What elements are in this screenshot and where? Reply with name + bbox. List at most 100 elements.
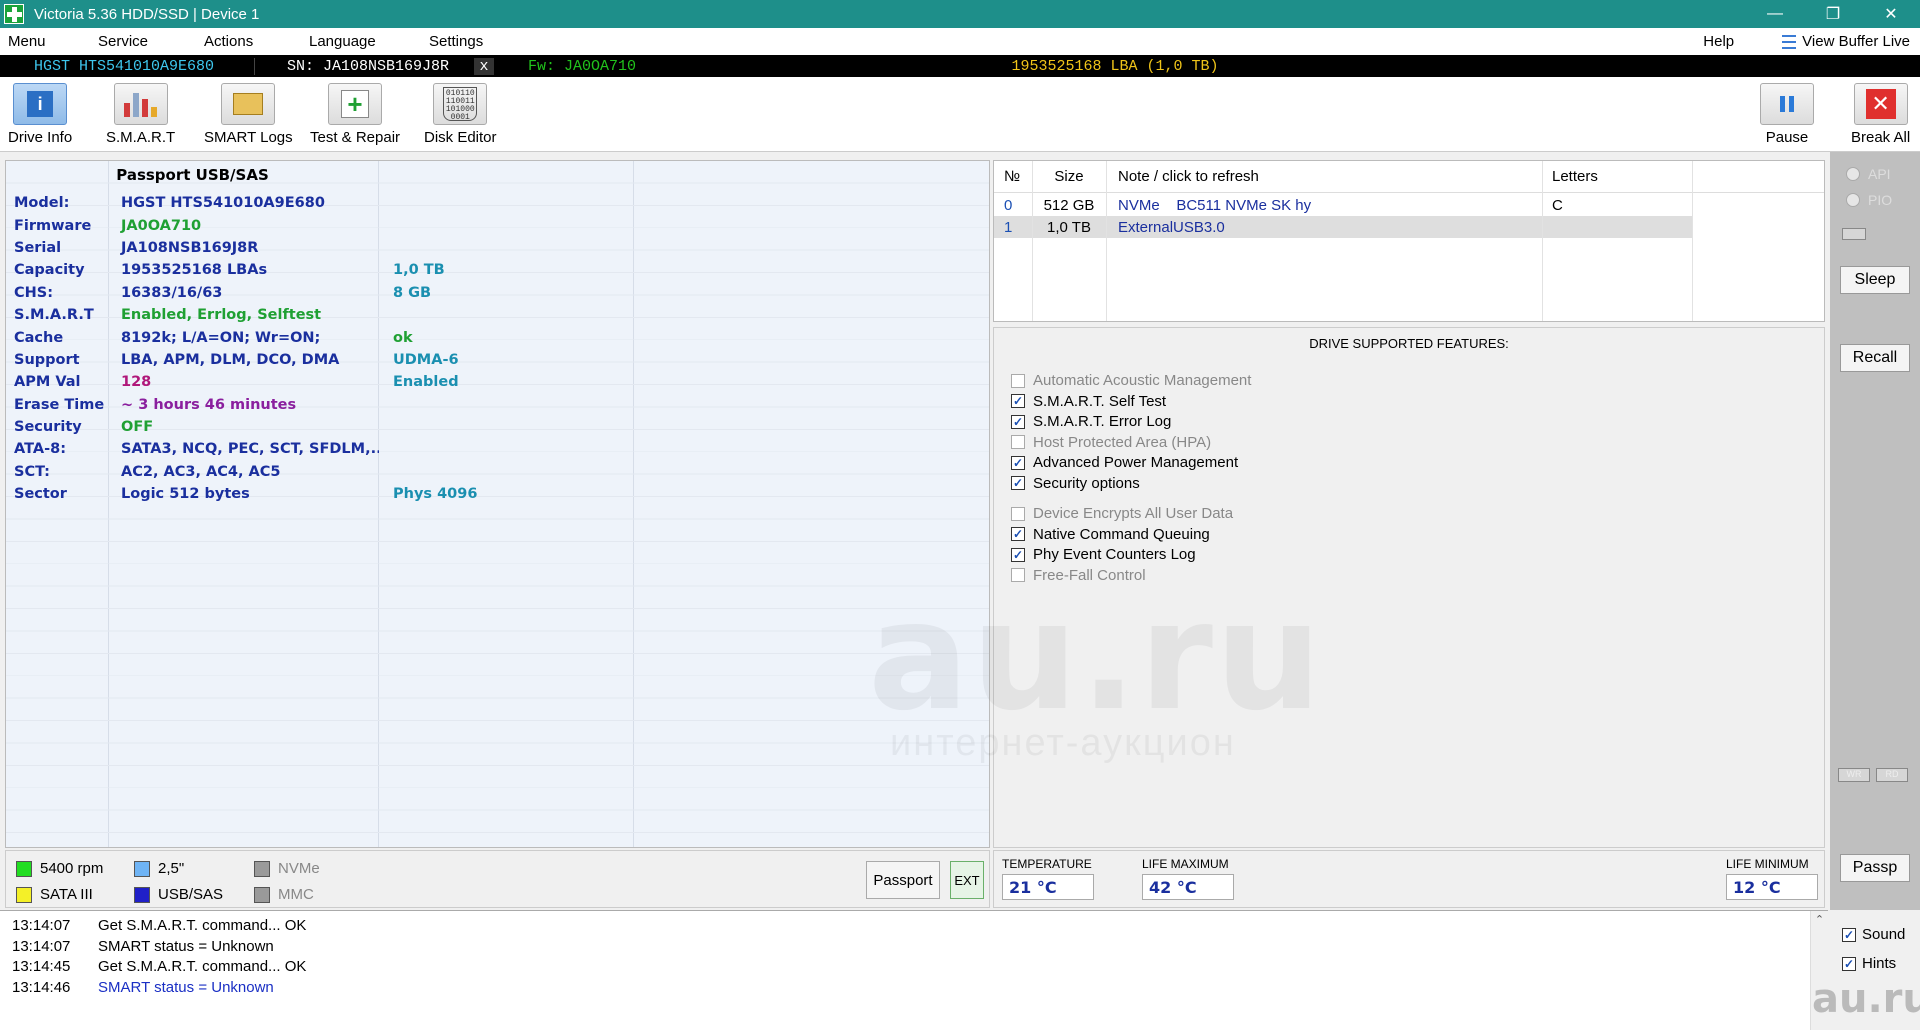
feature-checkbox[interactable]: Device Encrypts All User Data [1011, 505, 1233, 522]
drive-info-key: Security [14, 419, 82, 436]
col-num: № [1004, 168, 1021, 185]
binary-disk-icon: 010110 110011 101000 0001 [433, 83, 488, 125]
drive-info-row: Capacity 1953525168 LBAs 1,0 TB [6, 259, 989, 281]
disk-editor-tab[interactable]: 010110 110011 101000 0001 Disk Editor [424, 83, 497, 146]
feature-checkbox[interactable]: Host Protected Area (HPA) [1011, 434, 1211, 451]
drive-info-strip: HGST HTS541010A9E680 SN: JA108NSB169J8R … [0, 55, 1920, 77]
drive-info-extra: UDMA-6 [393, 351, 459, 368]
drive-info-value: Logic 512 bytes [121, 486, 250, 503]
menu-actions[interactable]: Actions [196, 33, 301, 50]
recall-button[interactable]: Recall [1840, 344, 1910, 372]
drive-info-row: APM Val 128 Enabled [6, 371, 989, 393]
life-min-block: LIFE MINIMUM 12 °C [1726, 857, 1818, 900]
minimize-button[interactable]: — [1746, 0, 1804, 28]
drive-info-row: S.M.A.R.T Enabled, Errlog, Selftest [6, 304, 989, 326]
radio-dot [1846, 167, 1860, 181]
table-row[interactable]: 1 1,0 TB ExternalUSB3.0 [994, 216, 1692, 238]
log-entry: 13:14:07 Get S.M.A.R.T. command... OK [12, 917, 306, 934]
feature-checkbox[interactable]: ✓ Native Command Queuing [1011, 526, 1210, 543]
feature-checkbox[interactable]: ✓ S.M.A.R.T. Self Test [1011, 393, 1166, 410]
checkmark-icon: ✓ [1842, 956, 1856, 971]
smart-tab[interactable]: S.M.A.R.T [106, 83, 175, 146]
app-cross-icon [4, 4, 24, 24]
drive-info-row: Erase Time ~ 3 hours 46 minutes [6, 394, 989, 416]
menu-settings[interactable]: Settings [421, 33, 521, 50]
feature-label: Device Encrypts All User Data [1033, 505, 1234, 522]
device-table: № Size Note / click to refresh Letters 0… [993, 160, 1825, 322]
legend-sata: SATA III [16, 886, 93, 903]
passp-button[interactable]: Passp [1840, 854, 1910, 882]
feature-label: Security options [1033, 474, 1140, 492]
drive-info-value: LBA, APM, DLM, DCO, DMA [121, 351, 340, 368]
temperature-strip: TEMPERATURE 21 °C LIFE MAXIMUM 42 °C LIF… [993, 850, 1825, 908]
size-swatch [134, 860, 150, 877]
log-message: Get S.M.A.R.T. command... OK [98, 917, 307, 934]
right-control-column: API PIO Sleep Recall WR RD Passp [1830, 152, 1920, 910]
menu-menu[interactable]: Menu [0, 33, 90, 50]
test-repair-tab[interactable]: + Test & Repair [310, 83, 400, 146]
watermark-tagline: интернет-аукцион [890, 722, 1236, 764]
drive-info-key: ATA-8: [14, 441, 66, 458]
restore-button[interactable]: ❐ [1804, 0, 1862, 28]
checkmark-icon: ✓ [1011, 394, 1025, 408]
checkmark-icon: ✓ [1842, 927, 1856, 942]
col-size: Size [1054, 168, 1084, 185]
drive-info-row: SCT: AC2, AC3, AC4, AC5 [6, 461, 989, 483]
drive-info-key: Cache [14, 329, 64, 346]
smart-logs-label: SMART Logs [204, 129, 293, 146]
feature-checkbox[interactable]: ✓ Phy Event Counters Log [1011, 546, 1196, 563]
feature-checkbox[interactable]: ✓ S.M.A.R.T. Error Log [1011, 413, 1171, 430]
smart-label: S.M.A.R.T [106, 129, 176, 146]
menu-language[interactable]: Language [301, 33, 421, 50]
menu-help[interactable]: Help [1703, 33, 1734, 50]
break-all-button[interactable]: ✕ Break All [1851, 83, 1910, 146]
feature-label: Host Protected Area (HPA) [1033, 433, 1212, 451]
drive-info-extra: ok [393, 329, 413, 346]
title-bar: Victoria 5.36 HDD/SSD | Device 1 — ❐ ✕ [0, 0, 1920, 28]
checkmark-icon: ✓ [1011, 527, 1025, 541]
usb-swatch [134, 886, 150, 903]
window-controls: — ❐ ✕ [1746, 0, 1920, 28]
drive-info-key: Sector [14, 486, 67, 503]
drive-info-value: OFF [121, 419, 154, 436]
strip-close-button[interactable]: x [474, 57, 494, 75]
drive-info-key: Erase Time [14, 396, 105, 413]
close-button[interactable]: ✕ [1862, 0, 1920, 28]
view-buffer-live-label: View Buffer Live [1802, 33, 1910, 50]
strip-model[interactable]: HGST HTS541010A9E680 [0, 58, 254, 75]
hints-checkbox[interactable]: ✓ Hints [1842, 955, 1896, 972]
drive-info-rows: Model: HGST HTS541010A9E680 Firmware JA0OA7… [6, 192, 989, 505]
drive-info-key: APM Val [14, 374, 81, 391]
feature-label: Phy Event Counters Log [1033, 546, 1196, 563]
scroll-up-icon[interactable]: ⌃ [1811, 913, 1828, 926]
view-buffer-live-button[interactable]: View Buffer Live [1782, 33, 1910, 50]
drive-info-key: CHS: [14, 284, 54, 301]
feature-checkbox[interactable]: ✓ Security options [1011, 475, 1140, 492]
drive-info-row: Security OFF [6, 416, 989, 438]
feature-checkbox[interactable]: Automatic Acoustic Management [1011, 372, 1251, 389]
log-time: 13:14:45 [12, 958, 71, 975]
plus-icon: + [328, 83, 383, 125]
drive-info-extra: 1,0 TB [393, 262, 445, 279]
ext-button[interactable]: EXT [950, 861, 984, 899]
list-icon [1782, 34, 1797, 49]
strip-lba: 1953525168 LBA (1,0 TB) [1011, 57, 1219, 75]
drive-info-tab[interactable]: i Drive Info [8, 83, 72, 146]
api-radio[interactable]: API [1846, 166, 1891, 182]
feature-checkbox[interactable]: ✓ Advanced Power Management [1011, 454, 1238, 471]
col-note[interactable]: Note / click to refresh [1106, 168, 1542, 185]
window-title: Victoria 5.36 HDD/SSD | Device 1 [34, 5, 260, 23]
smart-logs-tab[interactable]: SMART Logs [204, 83, 293, 146]
drive-info-extra: Enabled [393, 374, 459, 391]
sleep-button[interactable]: Sleep [1840, 266, 1910, 294]
pause-button[interactable]: Pause [1760, 83, 1814, 146]
rd-indicator: RD [1876, 768, 1908, 782]
table-row[interactable]: 0 512 GB NVMe BC511 NVMe SK hy C [994, 194, 1824, 216]
life-min-label: LIFE MINIMUM [1726, 857, 1809, 871]
passport-button[interactable]: Passport [866, 861, 940, 899]
pio-radio[interactable]: PIO [1846, 192, 1892, 208]
log-entry: 13:14:45 Get S.M.A.R.T. command... OK [12, 958, 306, 975]
menu-service[interactable]: Service [90, 33, 196, 50]
drive-info-key: Serial [14, 239, 62, 256]
sound-checkbox[interactable]: ✓ Sound [1842, 926, 1905, 943]
